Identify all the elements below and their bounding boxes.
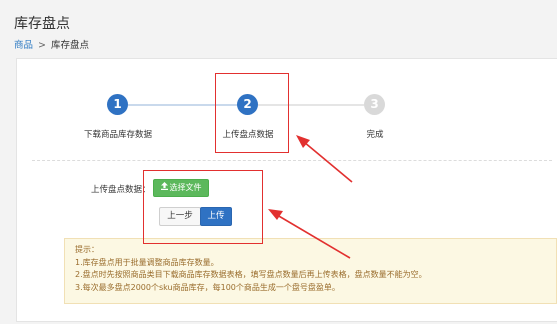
annotation-arrows xyxy=(268,135,353,259)
annotation-arrow-2-head xyxy=(268,209,283,220)
annotation-arrow-2-line xyxy=(271,211,351,259)
